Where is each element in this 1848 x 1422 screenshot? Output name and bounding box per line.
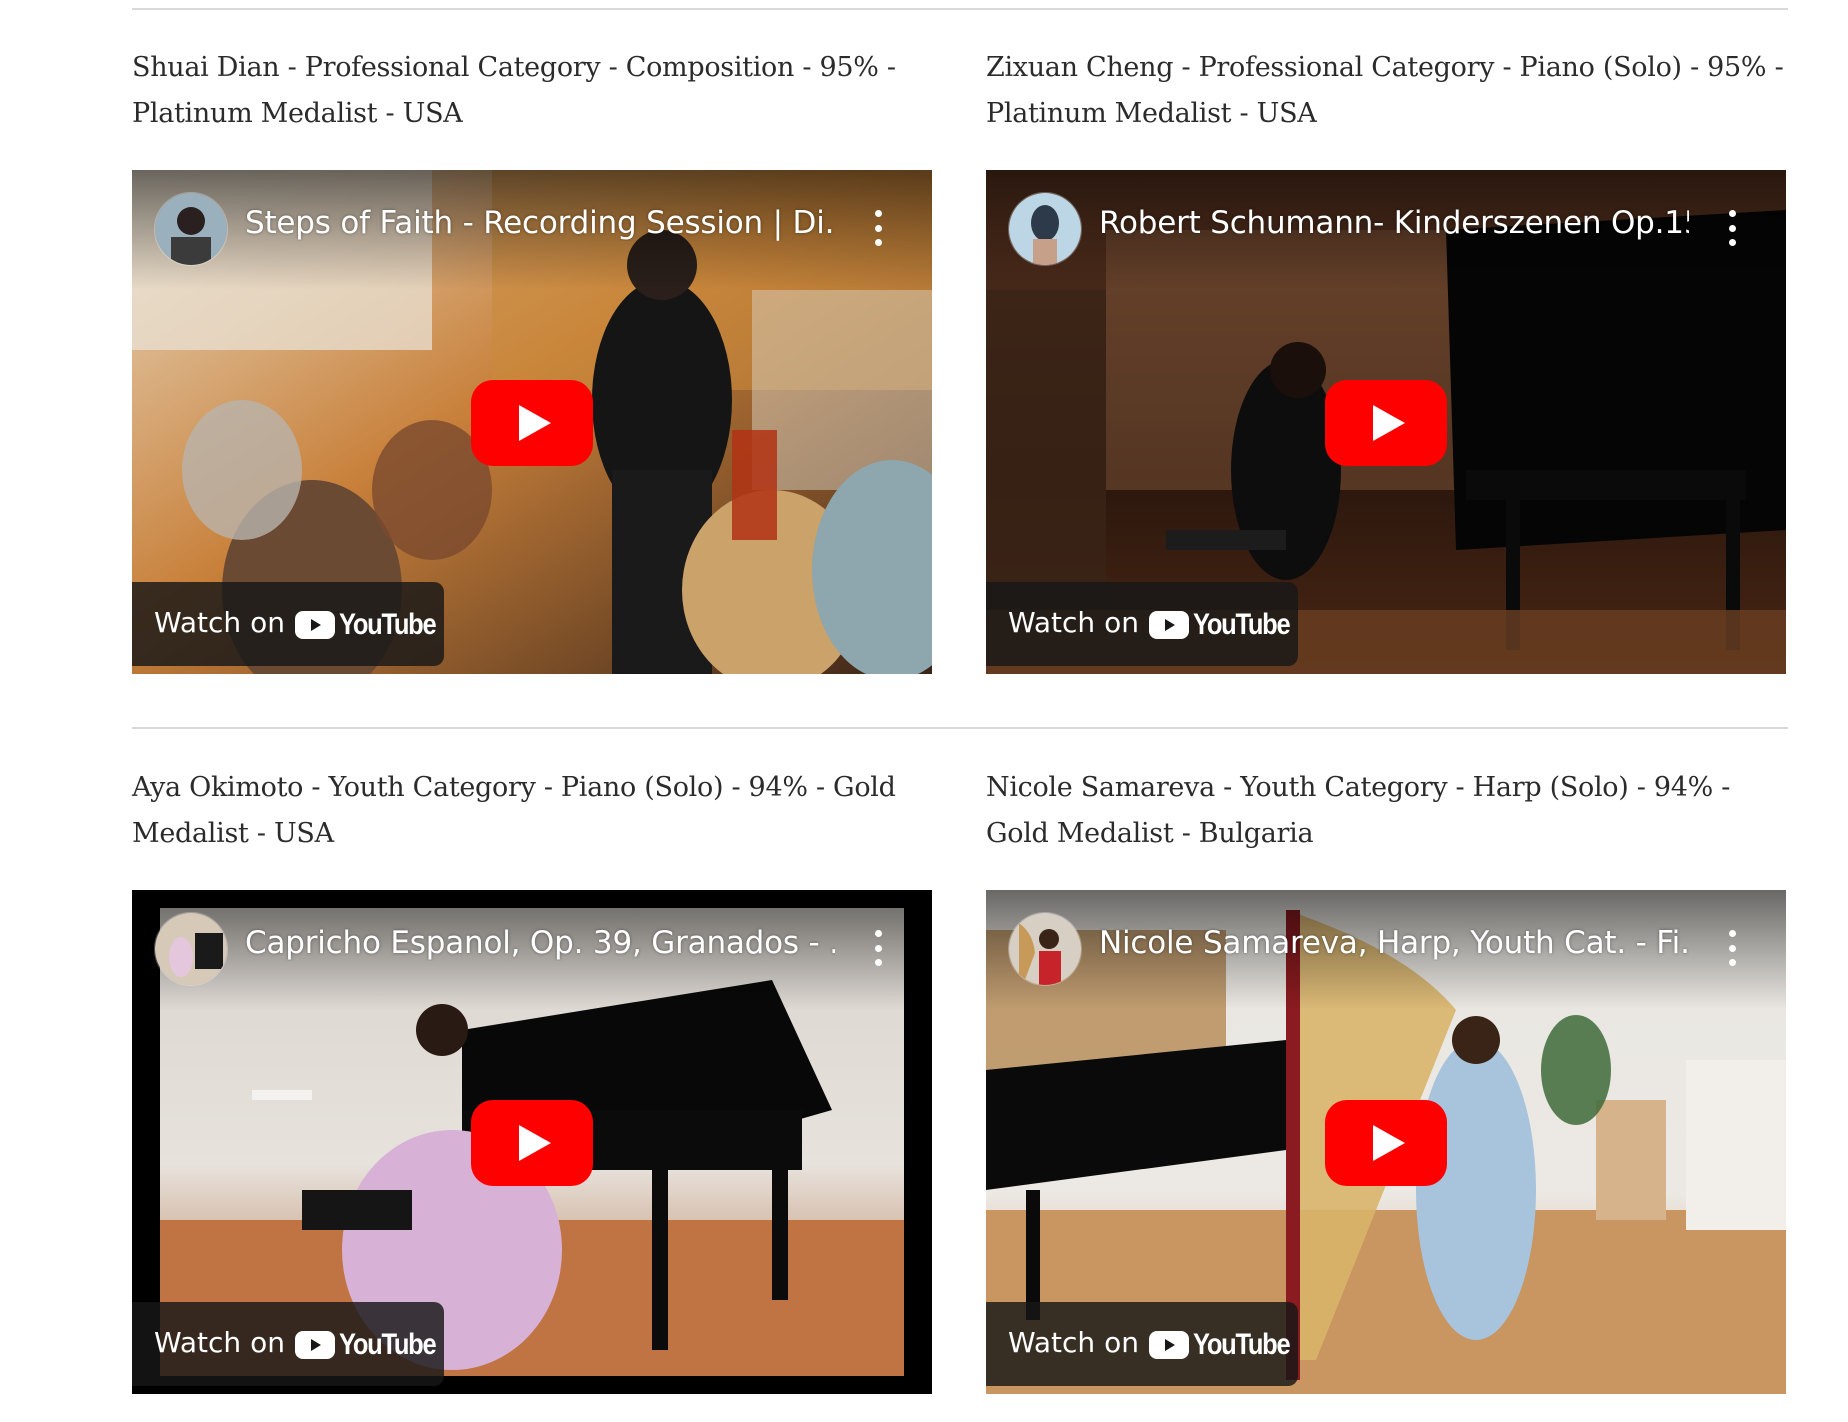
youtube-logo-icon: YouTube <box>1149 608 1306 642</box>
youtube-logo-icon: YouTube <box>1149 1328 1306 1362</box>
watch-on-youtube-button[interactable]: Watch on YouTube <box>986 1302 1298 1386</box>
channel-avatar[interactable] <box>154 912 228 986</box>
watch-on-label: Watch on <box>154 606 285 639</box>
watch-on-youtube-button[interactable]: Watch on YouTube <box>132 582 444 666</box>
entry-title: Aya Okimoto - Youth Category - Piano (So… <box>132 772 896 849</box>
play-icon[interactable] <box>471 380 593 466</box>
youtube-logo-icon: YouTube <box>295 608 452 642</box>
video-title[interactable]: Robert Schumann- Kinderszenen Op.15 <box>1099 205 1689 241</box>
channel-avatar[interactable] <box>154 192 228 266</box>
entry-zixuan-cheng: Zixuan Cheng - Professional Category - P… <box>986 45 1786 137</box>
play-icon[interactable] <box>1325 1100 1447 1186</box>
channel-avatar[interactable] <box>1008 192 1082 266</box>
youtube-logo-icon: YouTube <box>295 1328 452 1362</box>
play-icon[interactable] <box>1325 380 1447 466</box>
more-options-icon[interactable] <box>868 210 888 246</box>
more-options-icon[interactable] <box>868 930 888 966</box>
divider <box>132 727 1788 729</box>
video-title[interactable]: Steps of Faith - Recording Session | Di.… <box>245 205 835 241</box>
video-embed[interactable]: Nicole Samareva, Harp, Youth Cat. - Fi..… <box>986 890 1786 1394</box>
page: Shuai Dian - Professional Category - Com… <box>0 0 1848 1422</box>
watch-on-label: Watch on <box>154 1326 285 1359</box>
entry-title: Nicole Samareva - Youth Category - Harp … <box>986 772 1731 849</box>
entry-shuai-dian: Shuai Dian - Professional Category - Com… <box>132 45 932 137</box>
entry-title: Zixuan Cheng - Professional Category - P… <box>986 52 1784 129</box>
channel-avatar[interactable] <box>1008 912 1082 986</box>
entry-aya-okimoto: Aya Okimoto - Youth Category - Piano (So… <box>132 765 932 857</box>
more-options-icon[interactable] <box>1722 210 1742 246</box>
watch-on-youtube-button[interactable]: Watch on YouTube <box>986 582 1298 666</box>
divider <box>132 8 1788 10</box>
watch-on-youtube-button[interactable]: Watch on YouTube <box>132 1302 444 1386</box>
video-embed[interactable]: Capricho Espanol, Op. 39, Granados - ...… <box>132 890 932 1394</box>
video-title[interactable]: Capricho Espanol, Op. 39, Granados - ... <box>245 925 835 961</box>
play-icon[interactable] <box>471 1100 593 1186</box>
video-embed[interactable]: Steps of Faith - Recording Session | Di.… <box>132 170 932 674</box>
watch-on-label: Watch on <box>1008 1326 1139 1359</box>
video-embed[interactable]: Robert Schumann- Kinderszenen Op.15 Watc… <box>986 170 1786 674</box>
video-title[interactable]: Nicole Samareva, Harp, Youth Cat. - Fi..… <box>1099 925 1689 961</box>
watch-on-label: Watch on <box>1008 606 1139 639</box>
entry-title: Shuai Dian - Professional Category - Com… <box>132 52 896 129</box>
entry-nicole-samareva: Nicole Samareva - Youth Category - Harp … <box>986 765 1786 857</box>
more-options-icon[interactable] <box>1722 930 1742 966</box>
